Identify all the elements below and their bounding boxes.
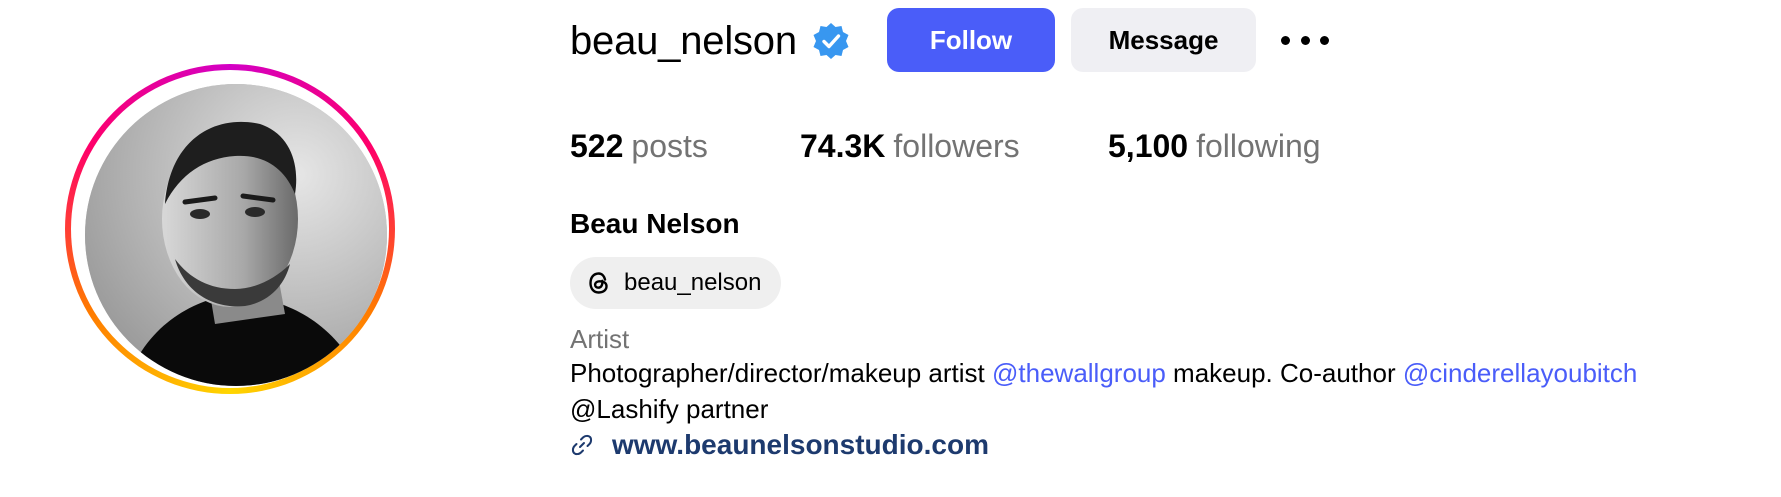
following-value: 5,100	[1108, 128, 1189, 164]
avatar-story-ring[interactable]	[65, 64, 395, 394]
more-options-icon[interactable]	[1281, 30, 1329, 50]
followers-value: 74.3K	[800, 128, 886, 164]
dot	[1281, 35, 1290, 45]
dot	[1300, 35, 1310, 45]
message-button[interactable]: Message	[1071, 8, 1256, 72]
bio-line-2: @Lashify partner	[570, 394, 769, 424]
following-count[interactable]: 5,100 following	[1108, 128, 1321, 165]
username: beau_nelson	[570, 18, 797, 63]
followers-label: followers	[893, 128, 1020, 164]
dot	[1320, 35, 1329, 45]
threads-handle: beau_nelson	[624, 269, 762, 296]
posts-count: 522 posts	[570, 128, 708, 165]
avatar-ring-gap	[71, 70, 389, 388]
posts-value: 522	[570, 128, 624, 164]
external-link[interactable]: www.beaunelsonstudio.com	[570, 429, 989, 461]
website-url: www.beaunelsonstudio.com	[612, 429, 990, 460]
bio-text: makeup. Co-author	[1165, 358, 1403, 388]
followers-count[interactable]: 74.3K followers	[800, 128, 1020, 165]
posts-label: posts	[631, 128, 708, 164]
username-row: beau_nelson	[570, 10, 851, 72]
avatar-photo	[85, 84, 387, 386]
bio-text: Photographer/director/makeup artist	[570, 358, 992, 388]
bio-line-1: Photographer/director/makeup artist @the…	[570, 358, 1637, 389]
follow-button[interactable]: Follow	[887, 8, 1055, 72]
avatar[interactable]	[85, 84, 387, 386]
threads-icon	[589, 272, 608, 294]
mention-link[interactable]: @thewallgroup	[992, 358, 1166, 388]
full-name: Beau Nelson	[570, 208, 740, 239]
verified-badge-icon	[813, 23, 849, 59]
mention-link[interactable]: @cinderellayoubitch	[1403, 358, 1638, 388]
profile-category: Artist	[570, 324, 630, 354]
following-label: following	[1196, 128, 1321, 164]
threads-badge[interactable]: beau_nelson	[570, 257, 781, 309]
link-icon	[571, 434, 593, 456]
